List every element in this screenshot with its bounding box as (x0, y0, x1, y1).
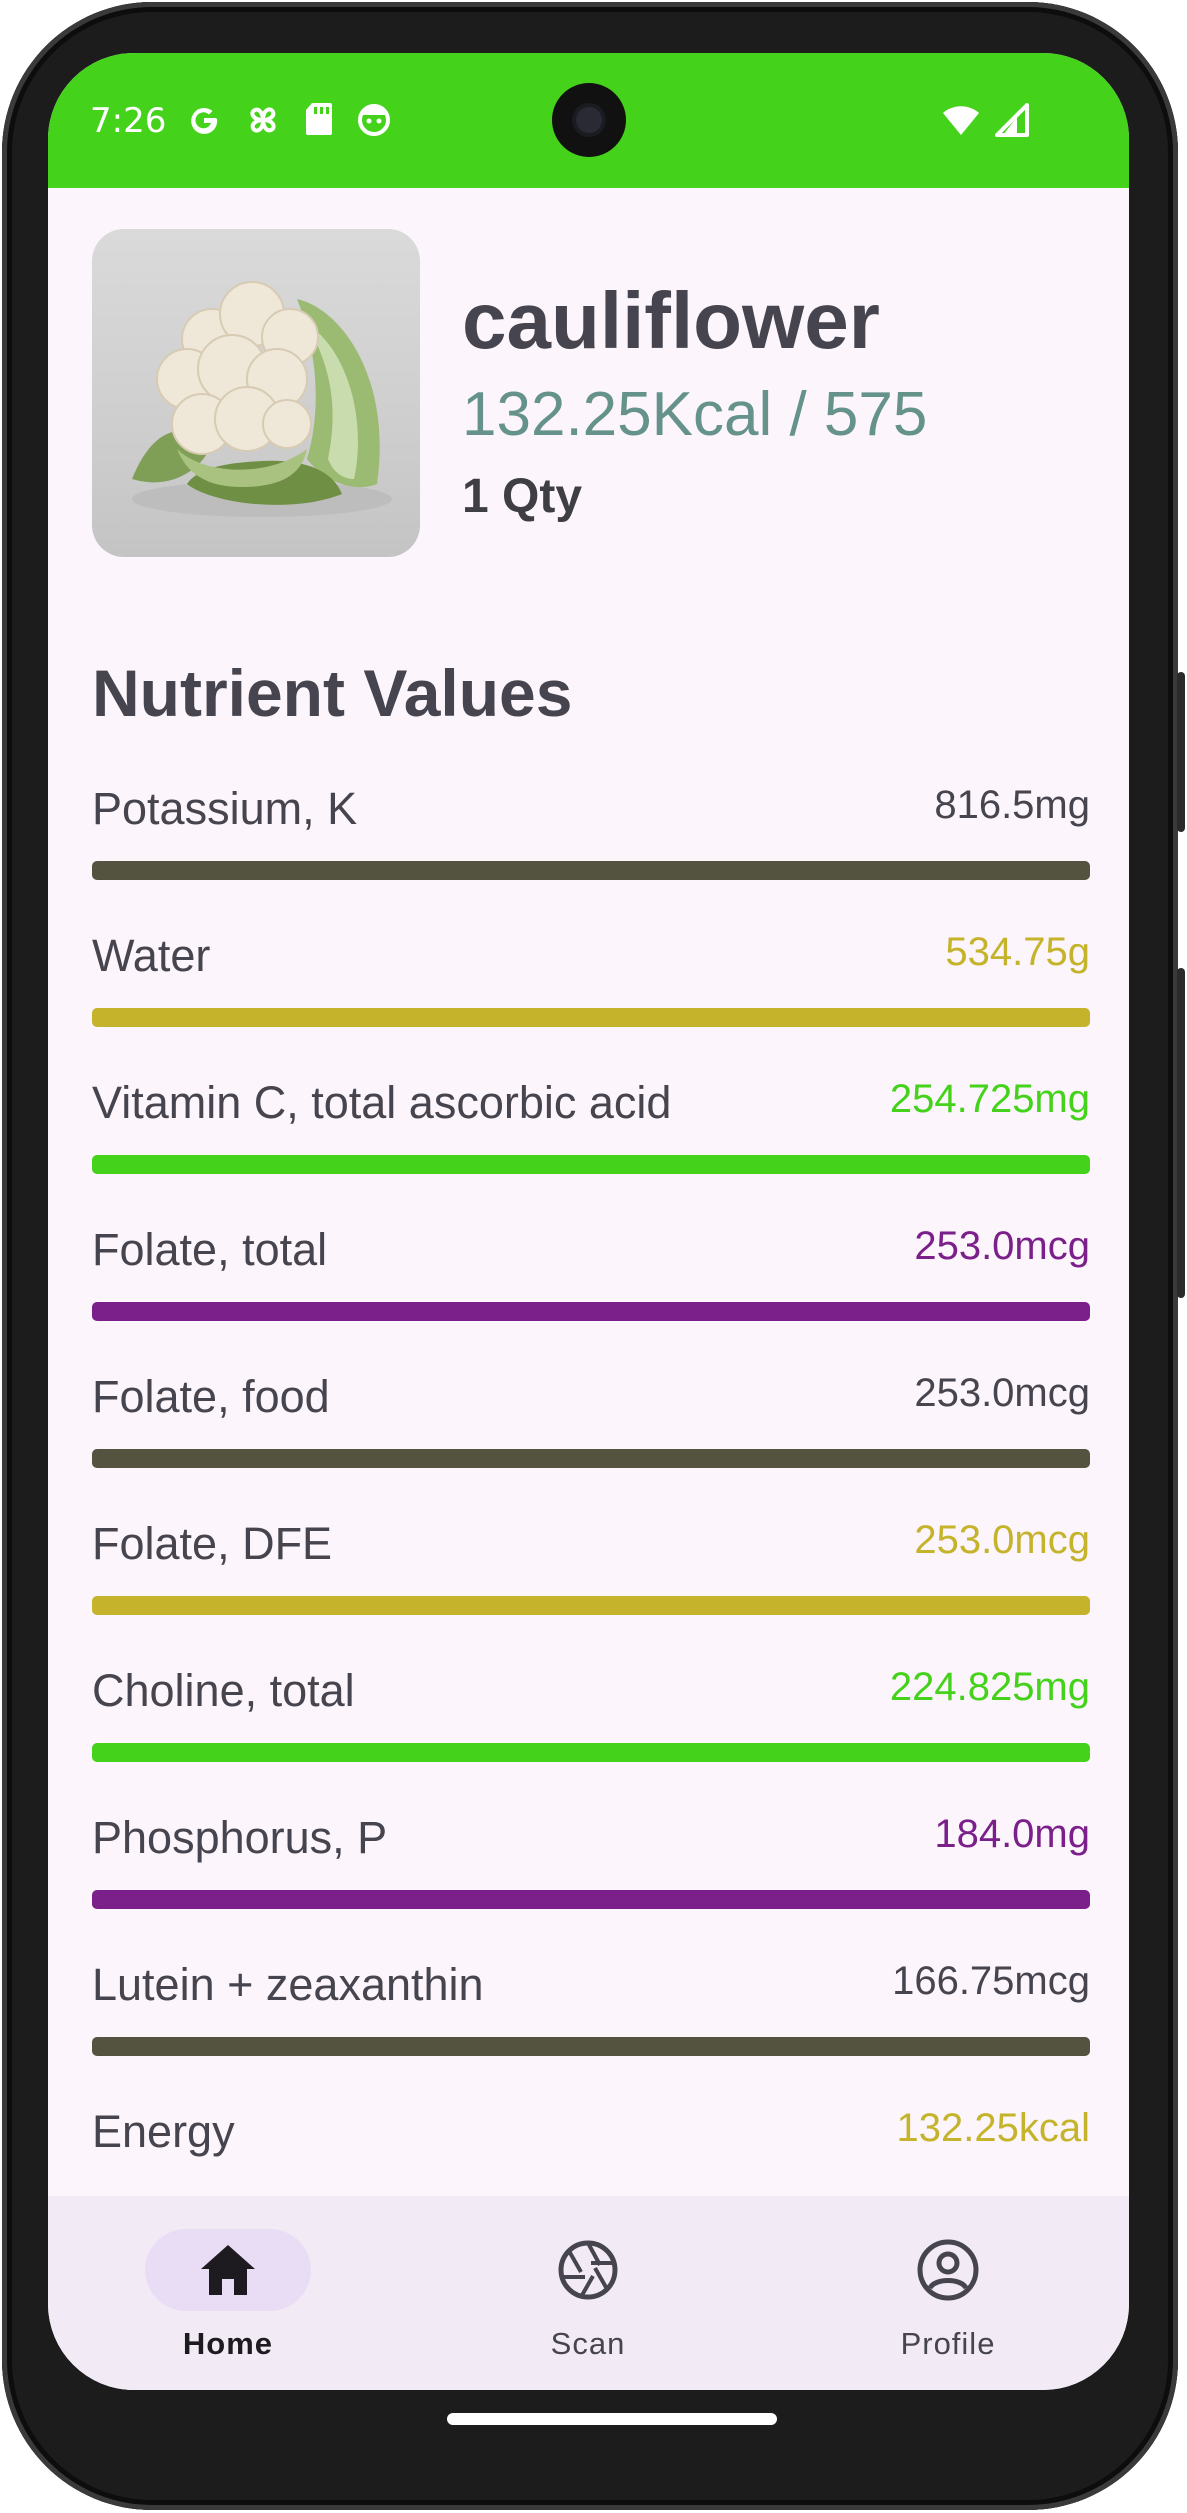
wifi-icon (943, 106, 979, 135)
nutrient-value: 132.25kcal (896, 2106, 1090, 2150)
nutrient-row[interactable]: Vitamin C, total ascorbic acid 254.725mg (92, 1047, 1090, 1194)
volume-button (1177, 672, 1185, 832)
account-circle-icon (917, 2239, 979, 2301)
nutrient-value: 224.825mg (889, 1665, 1090, 1709)
bottom-navigation: Home Scan Profile (48, 2196, 1129, 2390)
nutrient-progress-bar (92, 1155, 1090, 1174)
nutrient-value: 816.5mg (934, 783, 1090, 827)
nutrient-name: Water (92, 930, 211, 981)
nutrient-row[interactable]: Potassium, K 816.5mg (92, 753, 1090, 900)
nutrient-value: 534.75g (945, 930, 1090, 974)
nutrient-value: 253.0mcg (914, 1224, 1090, 1268)
status-system-icons (941, 103, 1029, 137)
nutrient-row[interactable]: Lutein + zeaxanthin 166.75mcg (92, 1929, 1090, 2076)
status-bar: 7:26 (48, 53, 1129, 188)
nutrient-progress-bar (92, 1890, 1090, 1909)
nutrient-progress-bar (92, 861, 1090, 880)
status-time: 7:26 (90, 101, 167, 141)
nutrient-progress-bar (92, 1743, 1090, 1762)
nutrient-name: Phosphorus, P (92, 1812, 388, 1863)
nutrient-name: Folate, food (92, 1371, 330, 1422)
nutrient-name: Lutein + zeaxanthin (92, 1959, 484, 2010)
nav-item-home[interactable]: Home (48, 2196, 408, 2390)
food-quantity: 1 Qty (462, 470, 583, 523)
home-icon (201, 2245, 255, 2295)
face-icon (358, 104, 390, 136)
nav-label-home: Home (182, 2326, 274, 2361)
sd-card-icon (306, 103, 332, 135)
food-name: cauliflower (462, 276, 880, 365)
pinwheel-icon (250, 107, 276, 133)
nutrient-list[interactable]: Potassium, K 816.5mg Water 534.75g Vitamin C… (92, 753, 1090, 2223)
nav-label-scan: Scan (550, 2326, 626, 2361)
nutrient-name: Folate, DFE (92, 1518, 333, 1569)
nutrient-name: Vitamin C, total ascorbic acid (92, 1077, 672, 1128)
gesture-home-indicator[interactable] (447, 2413, 777, 2425)
nutrient-progress-bar (92, 1596, 1090, 1615)
nutrient-progress-bar (92, 1302, 1090, 1321)
nav-item-profile[interactable]: Profile (768, 2196, 1128, 2390)
nutrient-value: 184.0mg (934, 1812, 1090, 1856)
food-calories: 132.25Kcal / 575 (462, 380, 928, 449)
app-screen: 7:26 cauliflower 132.25Kcal / 575 1 Qty … (48, 53, 1129, 2390)
nutrient-value: 253.0mcg (914, 1518, 1090, 1562)
google-icon (191, 107, 218, 134)
nutrient-row[interactable]: Phosphorus, P 184.0mg (92, 1782, 1090, 1929)
nutrient-value: 254.725mg (889, 1077, 1090, 1121)
nutrient-progress-bar (92, 1008, 1090, 1027)
food-header: cauliflower 132.25Kcal / 575 1 Qty (92, 229, 1092, 559)
nav-item-scan[interactable]: Scan (408, 2196, 768, 2390)
nutrient-name: Folate, total (92, 1224, 328, 1275)
front-camera (552, 83, 626, 157)
nutrient-value: 253.0mcg (914, 1371, 1090, 1415)
nutrient-value: 166.75mcg (892, 1959, 1090, 2003)
nutrient-progress-bar (92, 2037, 1090, 2056)
nutrient-progress-bar (92, 1449, 1090, 1468)
food-image (92, 229, 420, 557)
nutrient-name: Choline, total (92, 1665, 355, 1716)
cauliflower-illustration (132, 281, 392, 517)
nutrient-row[interactable]: Choline, total 224.825mg (92, 1635, 1090, 1782)
nutrient-row[interactable]: Water 534.75g (92, 900, 1090, 1047)
nutrient-row[interactable]: Folate, food 253.0mcg (92, 1341, 1090, 1488)
power-button (1177, 968, 1185, 1298)
device-frame: 7:26 cauliflower 132.25Kcal / 575 1 Qty … (0, 0, 1187, 2513)
nutrient-name: Energy (92, 2106, 235, 2157)
signal-icon (995, 103, 1029, 137)
status-notification-icons (186, 101, 392, 139)
nav-label-profile: Profile (900, 2326, 996, 2361)
nutrient-row[interactable]: Folate, total 253.0mcg (92, 1194, 1090, 1341)
camera-aperture-icon (558, 2240, 618, 2300)
nutrient-row[interactable]: Folate, DFE 253.0mcg (92, 1488, 1090, 1635)
nutrient-name: Potassium, K (92, 783, 358, 834)
nutrient-values-heading: Nutrient Values (92, 656, 573, 730)
